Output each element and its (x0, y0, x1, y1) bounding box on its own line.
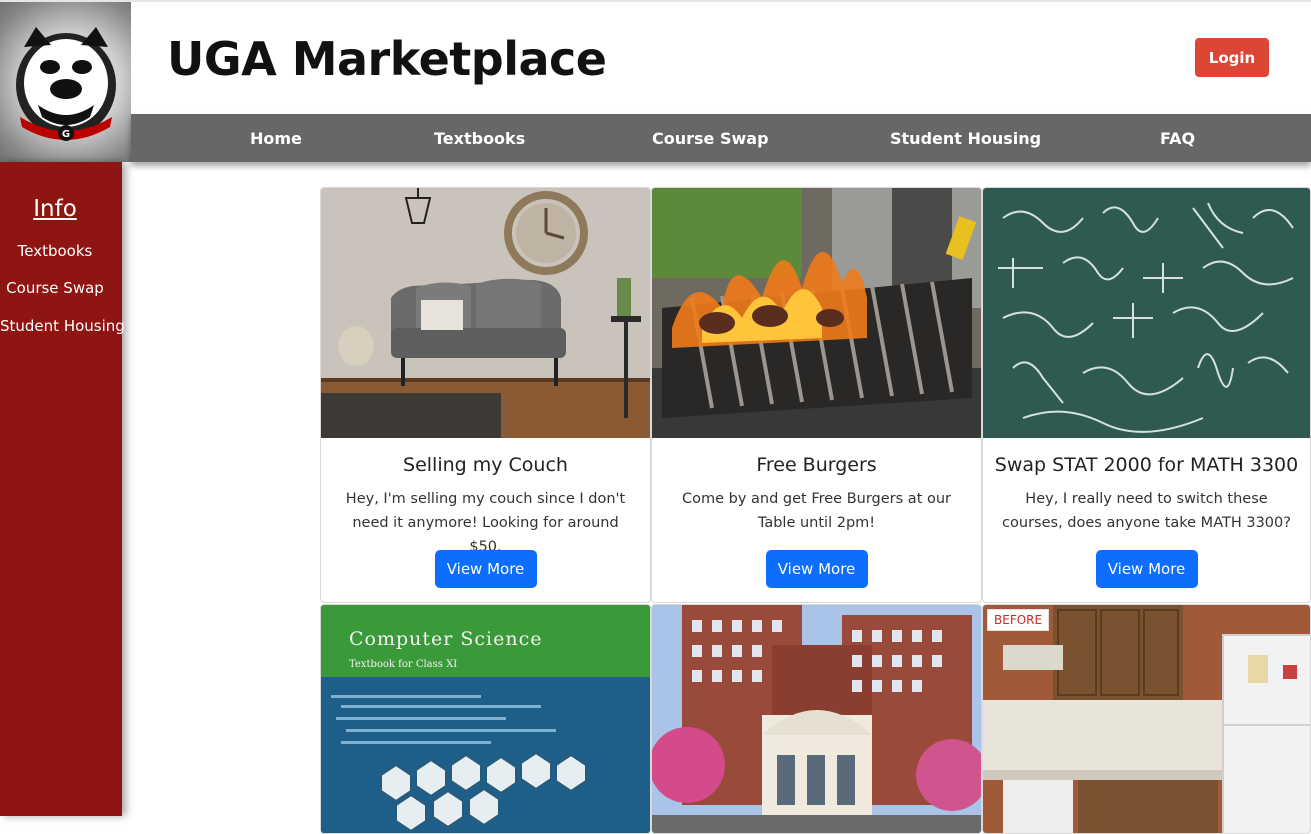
card-title: Swap STAT 2000 for MATH 3300 (994, 454, 1299, 476)
textbook-photo-icon[interactable]: Computer Science Textbook for Class XI (321, 605, 650, 833)
info-sidebar: Info Textbooks Course Swap Student Housi… (0, 162, 125, 816)
view-more-button[interactable]: View More (434, 550, 537, 588)
listing-card: Selling my Couch Hey, I'm selling my cou… (320, 187, 651, 603)
card-title: Free Burgers (756, 454, 877, 476)
svg-text:G: G (61, 129, 69, 140)
site-title: UGA Marketplace (167, 32, 607, 86)
listing-card: Computer Science Textbook for Class XI (320, 604, 651, 834)
card-text: Hey, I'm selling my couch since I don't … (345, 491, 626, 555)
dorm-building-photo-icon[interactable] (652, 605, 981, 833)
sidebar-heading[interactable]: Info (0, 196, 110, 222)
sidebar-item-student-housing[interactable]: Student Housing (0, 317, 125, 335)
nav-item-course-swap[interactable]: Course Swap (652, 114, 769, 162)
nav-item-home[interactable]: Home (250, 114, 302, 162)
textbook-subtitle-text: Textbook for Class XI (349, 659, 457, 670)
kitchen-photo-icon[interactable]: BEFORE (983, 605, 1310, 833)
nav-item-textbooks[interactable]: Textbooks (434, 114, 525, 162)
view-more-button[interactable]: View More (765, 550, 868, 588)
textbook-title-text: Computer Science (349, 628, 543, 650)
listing-card: Free Burgers Come by and get Free Burger… (651, 187, 982, 603)
grill-photo-icon[interactable] (652, 188, 981, 438)
listing-card (651, 604, 982, 834)
listing-card: BEFORE (982, 604, 1311, 834)
login-button[interactable]: Login (1195, 38, 1269, 77)
card-text: Hey, I really need to switch these cours… (1002, 491, 1291, 531)
before-label: BEFORE (987, 609, 1050, 631)
sidebar-item-course-swap[interactable]: Course Swap (0, 279, 110, 297)
chalkboard-photo-icon[interactable] (983, 188, 1310, 438)
main-nav: Home Textbooks Course Swap Student Housi… (131, 114, 1311, 162)
couch-photo-icon[interactable] (321, 188, 650, 438)
view-more-button[interactable]: View More (1095, 550, 1198, 588)
card-title: Selling my Couch (403, 454, 568, 476)
site-header: UGA Marketplace Login (131, 2, 1311, 114)
listing-card: Swap STAT 2000 for MATH 3300 Hey, I real… (982, 187, 1311, 603)
bulldog-logo-icon[interactable]: G (0, 2, 131, 162)
sidebar-item-textbooks[interactable]: Textbooks (0, 242, 110, 260)
nav-item-student-housing[interactable]: Student Housing (890, 114, 1041, 162)
card-text: Come by and get Free Burgers at our Tabl… (681, 491, 952, 531)
nav-item-faq[interactable]: FAQ (1160, 114, 1195, 162)
